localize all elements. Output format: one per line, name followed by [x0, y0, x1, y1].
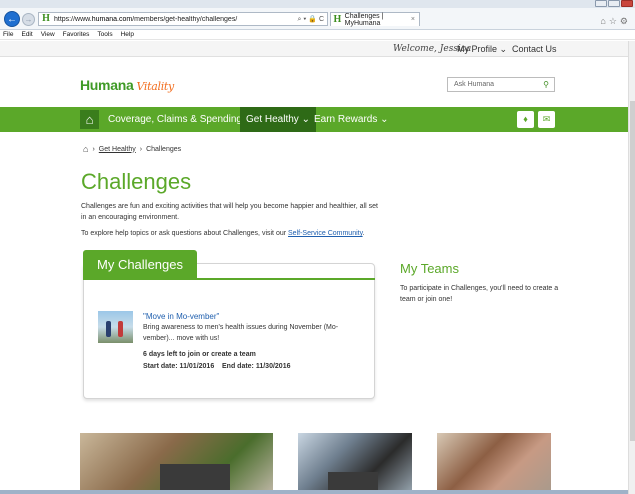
nav-earn-rewards[interactable]: Earn Rewards ⌄ — [314, 107, 389, 132]
challenge-title-link[interactable]: "Move in Mo-vember" — [143, 312, 219, 321]
site-header: Humana Vitality Ask Humana ⚲ — [0, 57, 628, 107]
help-text: To explore help topics or ask questions … — [81, 230, 365, 237]
window-close-button[interactable] — [621, 0, 633, 7]
top-links-bar: Welcome, Jessica My Profile ⌄ Contact Us — [0, 41, 628, 57]
my-teams-heading: My Teams — [400, 261, 459, 276]
contact-us-link[interactable]: Contact Us — [512, 44, 557, 54]
browser-tab[interactable]: H Challenges | MyHumana × — [330, 12, 420, 27]
menu-bar: File Edit View Favorites Tools Help — [0, 30, 635, 40]
tab-title: Challenges | MyHumana — [344, 12, 384, 27]
breadcrumb-home-icon[interactable]: ⌂ — [83, 144, 88, 154]
menu-tools[interactable]: Tools — [97, 31, 112, 38]
page-scrollbar[interactable] — [628, 41, 635, 494]
home-icon[interactable]: ⌂ — [80, 110, 99, 129]
self-service-community-link[interactable]: Self-Service Community — [288, 230, 363, 237]
search-input[interactable]: Ask Humana — [454, 81, 494, 88]
breadcrumb-current: Challenges — [146, 145, 182, 153]
start-date: Start date: 11/01/2016 — [143, 363, 215, 370]
my-teams-text: To participate in Challenges, you'll nee… — [400, 285, 559, 303]
ask-humana-search[interactable]: Ask Humana ⚲ — [447, 77, 555, 92]
scrollbar-thumb[interactable] — [630, 101, 635, 441]
end-date: End date: 11/30/2016 — [222, 363, 291, 370]
breadcrumb-get-healthy[interactable]: Get Healthy — [99, 146, 136, 153]
address-row: ← → H https://www.humana.com/members/get… — [0, 8, 635, 30]
humana-vitality-logo[interactable]: Humana Vitality — [80, 77, 174, 93]
breadcrumb: ⌂ › Get Healthy › Challenges — [83, 144, 181, 154]
menu-favorites[interactable]: Favorites — [63, 31, 90, 38]
window-controls — [595, 0, 633, 8]
main-nav: ⌂ Coverage, Claims & Spending ⌄ Get Heal… — [0, 107, 628, 132]
promo-photo-women[interactable] — [437, 433, 551, 494]
challenge-description: Bring awareness to men's health issues d… — [143, 324, 339, 342]
forward-button[interactable]: → — [22, 13, 35, 26]
intro-text: Challenges are fun and exciting activiti… — [81, 203, 378, 221]
page-title: Challenges — [81, 169, 192, 194]
url-text[interactable]: https://www.humana.com/members/get-healt… — [54, 16, 298, 23]
nav-get-healthy[interactable]: Get Healthy ⌄ — [240, 107, 316, 132]
menu-view[interactable]: View — [41, 31, 55, 38]
window-titlebar — [0, 0, 635, 8]
my-challenges-heading: My Challenges — [83, 250, 197, 279]
search-icon[interactable]: ⚲ — [543, 80, 549, 89]
menu-file[interactable]: File — [3, 31, 13, 38]
challenge-days-left: 6 days left to join or create a team — [143, 351, 256, 358]
back-button[interactable]: ← — [4, 11, 20, 27]
my-profile-link[interactable]: My Profile ⌄ — [457, 44, 507, 55]
tab-close-icon[interactable]: × — [411, 16, 415, 23]
minimize-button[interactable] — [595, 0, 607, 7]
address-bar-icons[interactable]: ⌕ ▾ 🔒 C — [298, 15, 327, 24]
nav-coverage[interactable]: Coverage, Claims & Spending ⌄ — [108, 107, 253, 132]
challenge-dates: Start date: 11/01/2016 End date: 11/30/2… — [143, 363, 290, 370]
maximize-button[interactable] — [608, 0, 620, 7]
mail-icon[interactable]: ✉ — [538, 111, 555, 128]
address-bar[interactable]: H https://www.humana.com/members/get-hea… — [38, 12, 328, 26]
toolbar-icons[interactable]: ⌂☆⚙ — [600, 16, 631, 27]
tab-favicon-icon: H — [333, 13, 342, 25]
menu-help[interactable]: Help — [121, 31, 134, 38]
promo-photo-man[interactable] — [298, 433, 412, 494]
breadcrumb-sep: › — [92, 145, 95, 153]
card-divider — [83, 278, 375, 280]
menu-edit[interactable]: Edit — [21, 31, 32, 38]
bell-icon[interactable]: ♦ — [517, 111, 534, 128]
favicon-icon: H — [41, 13, 51, 24]
challenge-image[interactable] — [98, 311, 133, 343]
promo-photo-laptop[interactable] — [80, 433, 273, 494]
taskbar — [0, 490, 628, 494]
breadcrumb-sep: › — [139, 145, 143, 153]
